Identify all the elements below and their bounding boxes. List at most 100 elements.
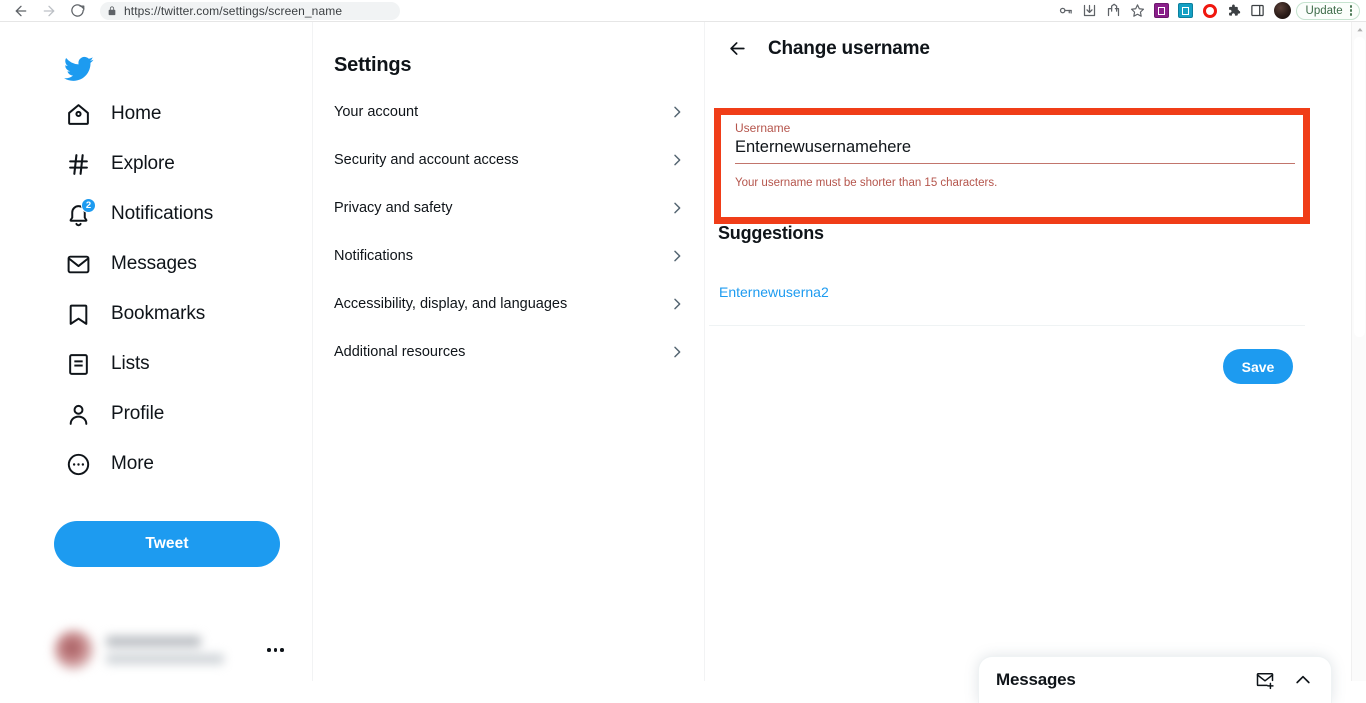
username-field-group: Username [735, 121, 1295, 164]
settings-item-label: Your account [334, 104, 419, 120]
envelope-icon [65, 251, 92, 278]
change-username-panel: Change username Username Your username m… [705, 22, 1345, 681]
sidebar-item-label: Notifications [111, 203, 214, 224]
messages-dock[interactable]: Messages [978, 656, 1332, 703]
sidebar-item-home[interactable]: Home [52, 89, 302, 139]
sidebar-item-profile[interactable]: Profile [52, 389, 302, 439]
settings-item-label: Notifications [334, 248, 413, 264]
password-key-icon[interactable] [1055, 1, 1077, 21]
browser-toolbar: https://twitter.com/settings/screen_name [0, 0, 1366, 22]
chevron-up-icon[interactable] [1293, 670, 1313, 690]
browser-back-button[interactable] [8, 1, 34, 21]
settings-item-security-and-account-access[interactable]: Security and account access [313, 136, 705, 184]
account-more-icon[interactable] [267, 648, 284, 652]
username-input[interactable] [735, 136, 1295, 164]
avatar [54, 630, 94, 670]
update-label: Update [1305, 4, 1343, 17]
sidebar-item-notifications[interactable]: 2 Notifications [52, 189, 302, 239]
settings-item-accessibility-display-and-languages[interactable]: Accessibility, display, and languages [313, 280, 705, 328]
divider [709, 325, 1305, 326]
sidebar-item-bookmarks[interactable]: Bookmarks [52, 289, 302, 339]
sidebar-item-label: Lists [111, 353, 150, 374]
sidebar-item-label: More [111, 453, 154, 474]
list-icon [65, 351, 92, 378]
settings-item-your-account[interactable]: Your account [313, 88, 705, 136]
lock-icon [107, 5, 117, 17]
chevron-right-icon [669, 248, 685, 264]
suggestions-heading: Suggestions [718, 223, 824, 243]
account-switcher[interactable] [54, 622, 294, 678]
messages-dock-title: Messages [996, 670, 1076, 689]
chrome-profile-avatar[interactable] [1273, 2, 1291, 19]
scrollbar-thumb[interactable] [1354, 37, 1365, 337]
settings-menu-list: Your account Security and account access… [313, 88, 705, 376]
browser-nav-buttons [0, 1, 90, 21]
twitter-sidebar: Home Explore 2 Notifications Messages Bo… [0, 22, 313, 681]
bookmark-icon [65, 301, 92, 328]
settings-column: Settings Your account Security and accou… [313, 22, 705, 681]
twitter-bird-logo[interactable] [64, 54, 94, 84]
username-field-label: Username [735, 121, 791, 135]
browser-toolbar-actions: Update [1055, 1, 1366, 21]
settings-item-notifications[interactable]: Notifications [313, 232, 705, 280]
account-display-name [106, 636, 201, 647]
scroll-up-arrow-icon[interactable] [1352, 22, 1366, 37]
address-bar[interactable]: https://twitter.com/settings/screen_name [100, 1, 400, 20]
update-button[interactable]: Update [1295, 1, 1360, 20]
share-icon[interactable] [1103, 1, 1125, 21]
username-field-annotation: Username Your username must be shorter t… [714, 108, 1310, 224]
page-content: Home Explore 2 Notifications Messages Bo… [0, 22, 1366, 703]
settings-item-label: Accessibility, display, and languages [334, 296, 568, 312]
page-scrollbar[interactable] [1351, 22, 1366, 681]
home-icon [65, 101, 92, 128]
extension-purple-icon[interactable] [1151, 1, 1173, 21]
back-arrow-icon[interactable] [720, 32, 754, 66]
detail-header: Change username [705, 22, 1345, 75]
chevron-right-icon [669, 344, 685, 360]
new-message-icon[interactable] [1255, 670, 1275, 690]
sidebar-item-explore[interactable]: Explore [52, 139, 302, 189]
messages-dock-actions [1255, 670, 1313, 690]
sidebar-item-label: Profile [111, 403, 165, 424]
page-title: Settings [334, 54, 412, 76]
settings-item-privacy-and-safety[interactable]: Privacy and safety [313, 184, 705, 232]
suggestion-item[interactable]: Enternewuserna2 [719, 284, 829, 300]
sidebar-item-label: Home [111, 103, 162, 124]
url-text: https://twitter.com/settings/screen_name [124, 3, 343, 18]
chevron-right-icon [669, 104, 685, 120]
chevron-right-icon [669, 200, 685, 216]
hashtag-icon [65, 151, 92, 178]
person-icon [65, 401, 92, 428]
side-panel-icon[interactable] [1247, 1, 1269, 21]
sidebar-item-label: Explore [111, 153, 175, 174]
puzzle-extensions-icon[interactable] [1223, 1, 1245, 21]
username-error-message: Your username must be shorter than 15 ch… [735, 177, 998, 189]
tweet-button[interactable]: Tweet [54, 521, 280, 567]
sidebar-item-label: Messages [111, 253, 197, 274]
sidebar-item-messages[interactable]: Messages [52, 239, 302, 289]
sidebar-item-more[interactable]: More [52, 439, 302, 489]
more-circle-icon [65, 451, 92, 478]
extension-red-circle-icon[interactable] [1199, 1, 1221, 21]
bookmark-star-icon[interactable] [1127, 1, 1149, 21]
kebab-menu-icon[interactable] [1347, 5, 1355, 16]
detail-title: Change username [768, 37, 930, 59]
browser-forward-button[interactable] [36, 1, 62, 21]
extension-teal-icon[interactable] [1175, 1, 1197, 21]
settings-item-label: Security and account access [334, 152, 519, 168]
bell-icon: 2 [65, 197, 96, 228]
settings-item-label: Privacy and safety [334, 200, 453, 216]
account-name-block [106, 636, 224, 664]
account-handle [106, 654, 224, 664]
save-button[interactable]: Save [1223, 349, 1293, 384]
sidebar-nav-list: Home Explore 2 Notifications Messages Bo… [52, 89, 302, 489]
chevron-right-icon [669, 296, 685, 312]
browser-reload-button[interactable] [64, 1, 90, 21]
settings-item-additional-resources[interactable]: Additional resources [313, 328, 705, 376]
chevron-right-icon [669, 152, 685, 168]
sidebar-item-label: Bookmarks [111, 303, 206, 324]
settings-item-label: Additional resources [334, 344, 466, 360]
download-icon[interactable] [1079, 1, 1101, 21]
sidebar-item-lists[interactable]: Lists [52, 339, 302, 389]
notifications-badge: 2 [81, 197, 96, 213]
